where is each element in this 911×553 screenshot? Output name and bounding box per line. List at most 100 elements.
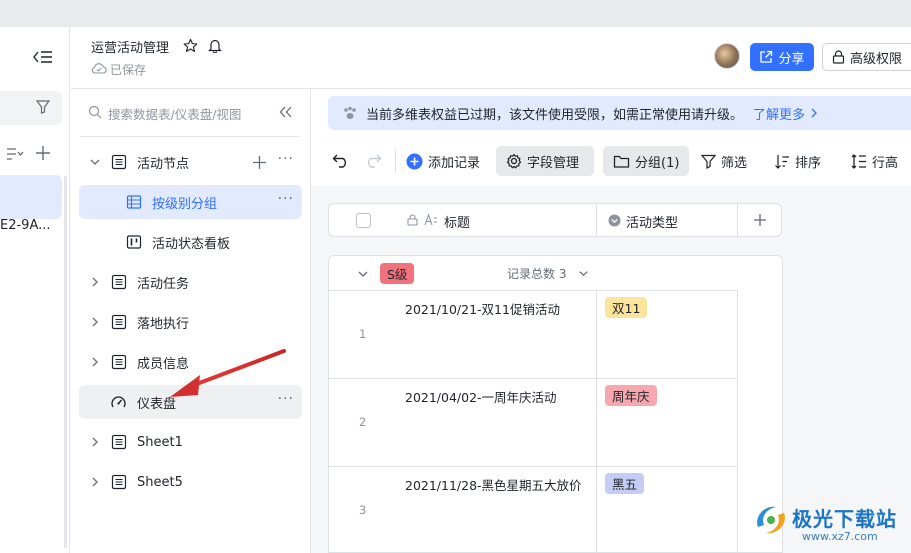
group-record-count: 记录总数 3	[507, 267, 567, 281]
add-record-label: 添加记录	[428, 155, 481, 171]
group-header[interactable]: S级 记录总数 3	[329, 256, 782, 290]
add-icon[interactable]	[35, 145, 51, 161]
activity-type-tag[interactable]: 双11	[605, 297, 648, 318]
search-icon	[88, 105, 102, 119]
sort-label: 排序	[795, 155, 822, 171]
record-title[interactable]: 2021/04/02-一周年庆活动	[405, 387, 557, 406]
folder-icon	[613, 155, 630, 168]
share-button[interactable]: 分享	[750, 43, 814, 71]
row-height-label: 行高	[872, 155, 899, 171]
collapse-sidebar-icon[interactable]	[279, 106, 293, 118]
filter-icon	[701, 154, 716, 169]
chevron-right-icon[interactable]	[809, 108, 819, 118]
window-top-bar	[0, 0, 911, 27]
sidebar-item-sheet1[interactable]: Sheet1	[79, 425, 302, 459]
table-row[interactable]: 1 2021/10/21-双11促销活动 双11	[329, 291, 737, 378]
row-height-icon	[851, 153, 866, 169]
paw-icon	[344, 106, 356, 119]
left-strip-selected-item[interactable]	[0, 175, 62, 219]
chevron-down-icon[interactable]	[578, 268, 589, 279]
column-header-activity-type[interactable]: 活动类型	[626, 212, 678, 231]
table-icon	[111, 274, 127, 290]
group-tag: S级	[380, 263, 415, 284]
sidebar-item-activity-tasks[interactable]: 活动任务	[79, 265, 302, 299]
chevron-right-icon[interactable]	[89, 476, 101, 488]
sidebar-item-group-by-level[interactable]: 按级别分组 ···	[79, 185, 302, 219]
add-record-button[interactable]: 添加记录	[406, 146, 480, 176]
add-icon[interactable]	[252, 155, 267, 170]
filter-icon[interactable]	[36, 100, 50, 114]
table-row[interactable]: 3 2021/11/28-黑色星期五大放价 黑五	[329, 467, 737, 553]
activity-type-tag[interactable]: 周年庆	[605, 385, 657, 406]
field-manage-button[interactable]: 字段管理	[496, 146, 594, 176]
column-divider	[596, 204, 597, 236]
kanban-icon	[126, 235, 142, 249]
chevron-down-icon[interactable]	[357, 268, 369, 280]
sidebar-divider	[80, 136, 300, 137]
watermark-url: www.xz7.com	[802, 530, 878, 543]
left-strip-scrollbar[interactable]	[64, 176, 67, 548]
left-strip-item-label[interactable]: E2-9A...	[0, 218, 51, 233]
redo-icon[interactable]	[364, 152, 382, 168]
column-divider	[737, 290, 738, 553]
permission-button[interactable]: 高级权限	[822, 43, 911, 71]
chevron-down-icon[interactable]	[89, 156, 101, 168]
group-button[interactable]: 分组(1)	[603, 146, 689, 176]
add-column-icon[interactable]	[753, 213, 767, 227]
sidebar-item-label: 按级别分组	[152, 196, 218, 212]
annotation-arrow-icon	[160, 345, 290, 405]
more-icon[interactable]: ···	[278, 191, 294, 207]
column-header-title[interactable]: 标题	[444, 212, 470, 231]
left-strip-search[interactable]	[0, 91, 62, 125]
sidebar-item-label: Sheet5	[137, 474, 183, 490]
record-title[interactable]: 2021/10/21-双11促销活动	[405, 299, 560, 318]
list-sort-icon[interactable]	[6, 147, 24, 161]
chevron-right-icon[interactable]	[89, 276, 101, 288]
doc-title[interactable]: 运营活动管理	[91, 37, 169, 56]
expired-banner: 当前多维表权益已过期，该文件使用受限，如需正常使用请升级。 了解更多	[328, 96, 911, 130]
table-icon	[111, 314, 127, 330]
single-select-icon	[608, 214, 621, 227]
bell-icon[interactable]	[208, 38, 222, 53]
sort-icon	[775, 154, 789, 169]
plus-circle-icon	[406, 153, 423, 169]
text-field-icon	[424, 214, 437, 226]
watermark-swirl-icon	[757, 506, 785, 534]
sidebar-search-input[interactable]: 搜索数据表/仪表盘/视图	[108, 104, 241, 123]
sidebar-item-activity-nodes[interactable]: 活动节点 ···	[79, 145, 302, 179]
group-label: 分组(1)	[635, 155, 680, 171]
record-title[interactable]: 2021/11/28-黑色星期五大放价	[405, 475, 582, 494]
learn-more-link[interactable]: 了解更多	[753, 104, 805, 123]
undo-icon[interactable]	[332, 152, 350, 168]
row-height-button[interactable]: 行高	[851, 146, 898, 176]
chevron-right-icon[interactable]	[89, 356, 101, 368]
avatar[interactable]	[714, 43, 740, 69]
activity-type-tag[interactable]: 黑五	[605, 473, 645, 494]
filter-button[interactable]: 筛选	[701, 146, 747, 176]
watermark-title: 极光下载站	[792, 507, 897, 531]
table-icon	[111, 354, 127, 370]
row-number: 2	[359, 415, 367, 429]
share-icon	[760, 50, 773, 63]
star-icon[interactable]	[183, 38, 198, 53]
row-number: 3	[359, 503, 367, 517]
share-label: 分享	[778, 51, 805, 67]
collapse-icon[interactable]	[33, 49, 53, 65]
sidebar-item-label: Sheet1	[137, 434, 183, 450]
sidebar-item-execution[interactable]: 落地执行	[79, 305, 302, 339]
table-row[interactable]: 2 2021/04/02-一周年庆活动 周年庆	[329, 379, 737, 466]
sidebar-item-label: 活动任务	[137, 276, 190, 292]
sidebar-item-sheet5[interactable]: Sheet5	[79, 465, 302, 499]
table-icon	[111, 474, 127, 490]
sidebar-item-label: 活动节点	[137, 156, 190, 172]
sort-button[interactable]: 排序	[774, 146, 821, 176]
group-card: S级 记录总数 3 1 2021/10/21-双11促销活动 双11 2 202…	[328, 255, 783, 553]
chevron-right-icon[interactable]	[89, 316, 101, 328]
select-all-checkbox[interactable]	[356, 213, 371, 228]
table-icon	[111, 434, 127, 450]
permission-label: 高级权限	[850, 51, 903, 67]
grid-view-icon	[126, 195, 142, 209]
chevron-right-icon[interactable]	[89, 436, 101, 448]
sidebar-item-status-kanban[interactable]: 活动状态看板	[79, 225, 302, 259]
more-icon[interactable]: ···	[278, 151, 294, 167]
